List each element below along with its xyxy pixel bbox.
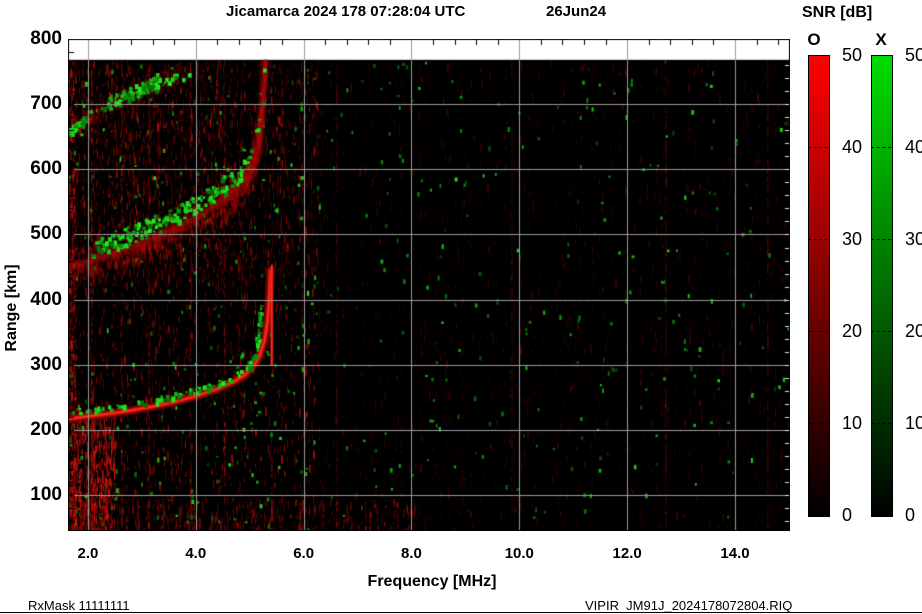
colorbar-x-tick-dash [871, 423, 891, 424]
colorbar-x-tick-label: 30 [905, 228, 922, 250]
y-tick-label: 400 [10, 289, 62, 311]
rx-mask-annotation: RxMask 11111111 [28, 598, 130, 613]
colorbar-x-tick-label: 40 [905, 136, 922, 158]
colorbar-o-tick-label: 50 [842, 44, 862, 66]
x-tick-label: 10.0 [493, 545, 545, 563]
colorbar-o-mode-label: O [802, 30, 826, 50]
x-tick-label: 8.0 [385, 545, 437, 563]
y-tick-label: 300 [10, 354, 62, 376]
colorbar-o-tick-dash [808, 423, 828, 424]
x-axis-title: Frequency [MHz] [352, 573, 512, 591]
y-tick-label: 600 [10, 158, 62, 180]
y-tick-label: 800 [10, 28, 62, 50]
y-tick-label: 200 [10, 419, 62, 441]
file-id-annotation: VIPIR JM91J_2024178072804.RIQ [585, 598, 792, 613]
y-tick-label: 700 [10, 93, 62, 115]
bottom-border-line [0, 612, 922, 613]
colorbar-title: SNR [dB] [802, 4, 872, 22]
colorbar-x-mode-gradient [871, 55, 893, 517]
colorbar-o-tick-dash [808, 147, 828, 148]
colorbar-o-tick-label: 20 [842, 320, 862, 342]
x-tick-label: 14.0 [709, 545, 761, 563]
colorbar-x-mode-label: X [869, 30, 893, 50]
y-tick-label: 500 [10, 223, 62, 245]
colorbar-x-tick-label: 0 [905, 504, 915, 526]
colorbar-o-tick-dash [808, 239, 828, 240]
colorbar-x-tick-dash [871, 331, 891, 332]
plot-title-date: 26Jun24 [546, 3, 606, 20]
plot-title-station-time: Jicamarca 2024 178 07:28:04 UTC [226, 3, 465, 20]
y-tick-label: 100 [10, 484, 62, 506]
x-tick-label: 2.0 [62, 545, 114, 563]
colorbar-o-tick-label: 40 [842, 136, 862, 158]
colorbar-x-tick-dash [871, 147, 891, 148]
colorbar-x-tick-label: 50 [905, 44, 922, 66]
ionogram-plot-canvas [68, 39, 790, 531]
colorbar-o-mode-gradient [808, 55, 830, 517]
colorbar-x-tick-dash [871, 239, 891, 240]
x-tick-label: 12.0 [601, 545, 653, 563]
colorbar-x-tick-label: 20 [905, 320, 922, 342]
x-tick-label: 6.0 [278, 545, 330, 563]
colorbar-o-tick-dash [808, 331, 828, 332]
colorbar-x-tick-label: 10 [905, 412, 922, 434]
colorbar-o-tick-label: 0 [842, 504, 852, 526]
colorbar-o-tick-label: 30 [842, 228, 862, 250]
colorbar-o-tick-label: 10 [842, 412, 862, 434]
ionogram-window: Jicamarca 2024 178 07:28:04 UTC 26Jun24 … [0, 0, 922, 614]
x-tick-label: 4.0 [170, 545, 222, 563]
